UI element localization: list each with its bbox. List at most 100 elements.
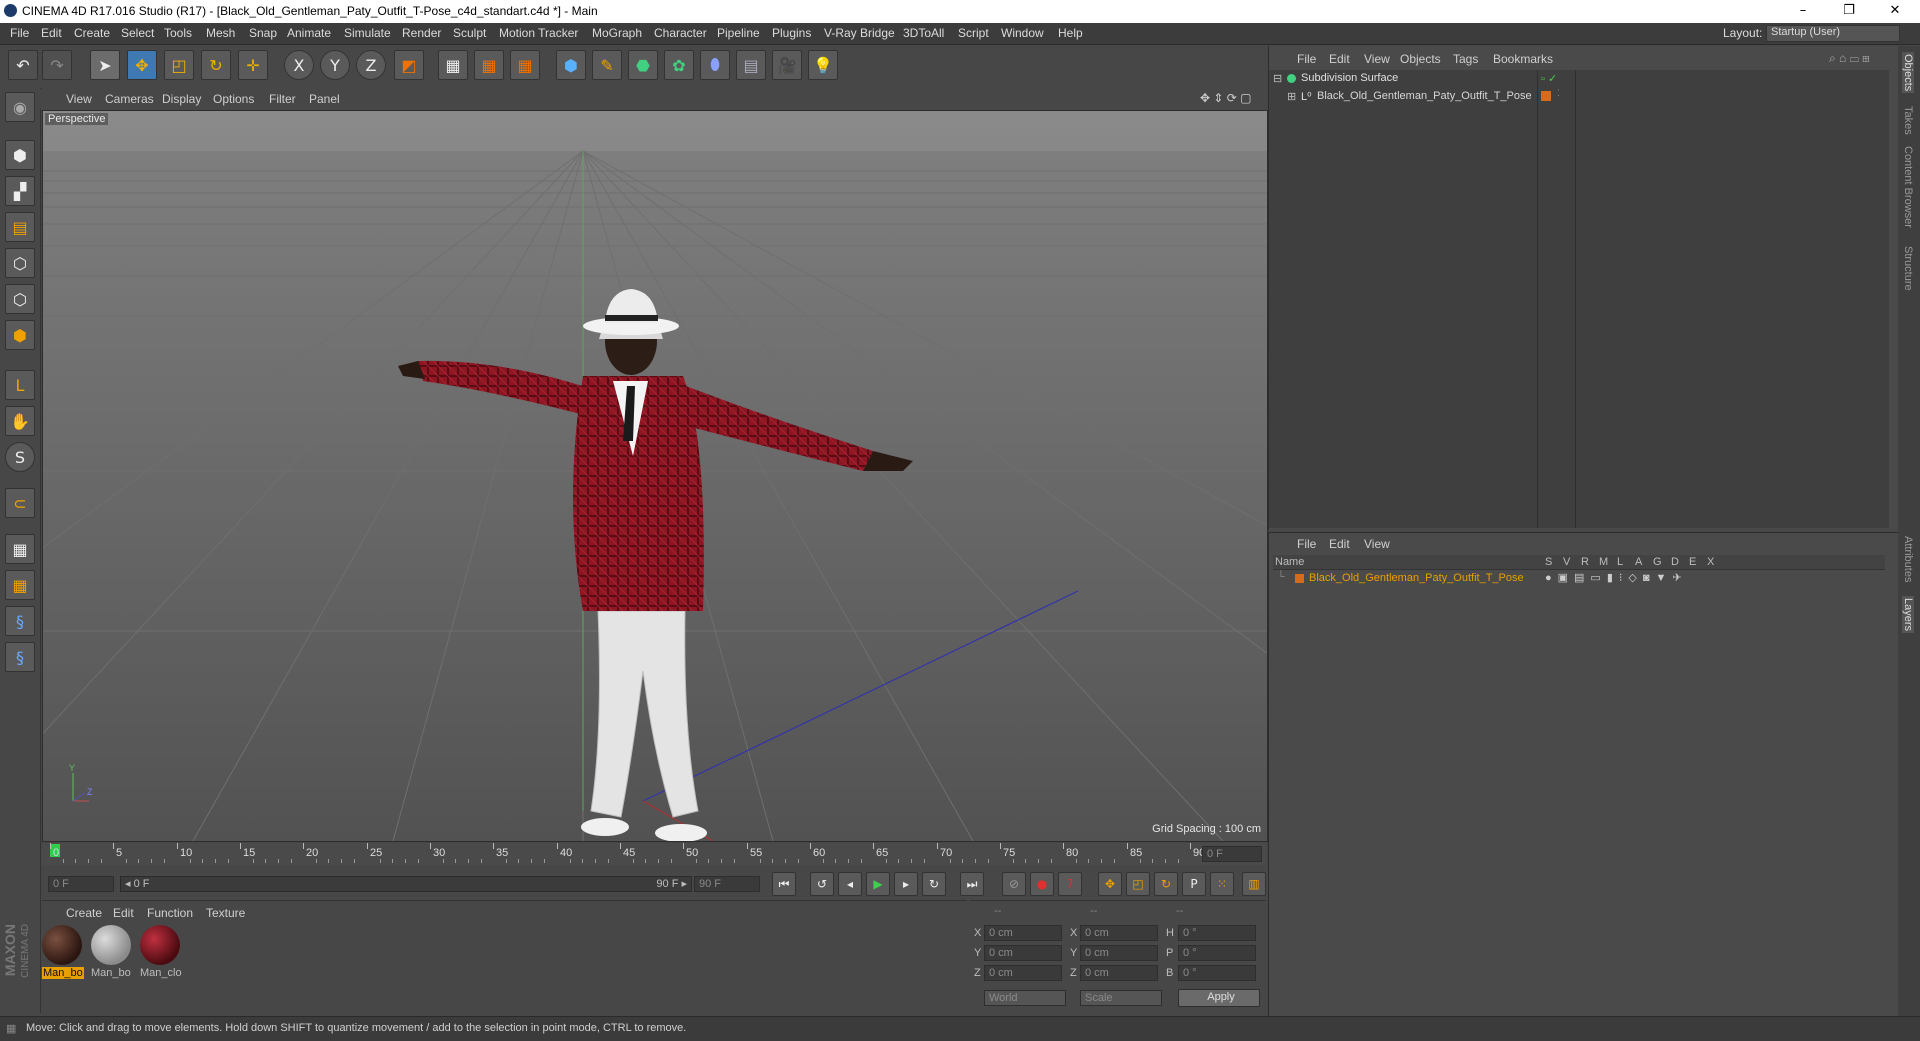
layer-menu-edit[interactable]: Edit (1329, 537, 1350, 551)
key-scale-icon[interactable]: ◰ (1126, 872, 1150, 896)
polygons-mode-icon[interactable]: ⬢ (5, 320, 35, 350)
timeline-ruler[interactable]: 0 5 10 15 20 25 30 35 40 45 50 55 60 65 70 75 80 85 90 0 F (42, 843, 1266, 865)
undo-button[interactable]: ↶ (8, 50, 38, 80)
material-menu-texture[interactable]: Texture (206, 906, 245, 920)
key-pla-icon[interactable]: ⁙ (1210, 872, 1234, 896)
coordinate-system-dropdown[interactable]: World (984, 990, 1066, 1006)
spline-pen-icon[interactable]: ✎ (592, 50, 622, 80)
size-x-field[interactable]: 0 cm (1080, 925, 1158, 941)
current-frame-field[interactable]: 0 F (1202, 846, 1262, 862)
previous-frame-icon[interactable]: ◂ (838, 872, 862, 896)
menu-edit[interactable]: Edit (41, 26, 62, 40)
rotation-p-field[interactable]: 0 ° (1178, 945, 1256, 961)
viewport-menu-cameras[interactable]: Cameras (105, 92, 154, 106)
redo-button[interactable]: ↷ (42, 50, 72, 80)
material-menu-edit[interactable]: Edit (113, 906, 134, 920)
position-z-field[interactable]: 0 cm (984, 965, 1062, 981)
end-frame-field[interactable]: 90 F (694, 876, 760, 892)
menu-3dtoall[interactable]: 3DToAll (903, 26, 944, 40)
menu-pipeline[interactable]: Pipeline (717, 26, 760, 40)
collapse-icon[interactable]: ⊟ (1273, 72, 1282, 85)
menu-help[interactable]: Help (1058, 26, 1083, 40)
coordinate-system-icon[interactable]: ◩ (394, 50, 424, 80)
texture-mode-icon[interactable]: ▞ (5, 176, 35, 206)
model-mode-icon[interactable]: ⬢ (5, 140, 35, 170)
light-icon[interactable]: 💡 (808, 50, 838, 80)
tab-takes[interactable]: Takes (1902, 106, 1914, 135)
menu-character[interactable]: Character (654, 26, 707, 40)
viewport-menu-filter[interactable]: Filter (269, 92, 296, 106)
autokeying-icon[interactable]: ? (1058, 872, 1082, 896)
cube-primitive-icon[interactable]: ⬢ (556, 50, 586, 80)
menu-script[interactable]: Script (958, 26, 989, 40)
perspective-viewport[interactable]: Y Z Perspective Grid Spacing : 100 cm (42, 110, 1268, 842)
menu-snap[interactable]: Snap (249, 26, 277, 40)
position-x-field[interactable]: 0 cm (984, 925, 1062, 941)
size-y-field[interactable]: 0 cm (1080, 945, 1158, 961)
size-z-field[interactable]: 0 cm (1080, 965, 1158, 981)
python-script-icon[interactable]: § (5, 606, 35, 636)
menu-mograph[interactable]: MoGraph (592, 26, 642, 40)
layout-dropdown[interactable]: Startup (User) (1766, 25, 1900, 42)
tweak-mode-icon[interactable]: ✋ (5, 406, 35, 436)
menu-tools[interactable]: Tools (164, 26, 192, 40)
layer-menu-file[interactable]: File (1297, 537, 1316, 551)
key-parameter-icon[interactable]: P (1182, 872, 1206, 896)
rotate-tool-icon[interactable]: ↻ (201, 50, 231, 80)
material-menu-function[interactable]: Function (147, 906, 193, 920)
object-search-icon[interactable]: ⌕ ⌂ ▭ ⊞ (1829, 51, 1870, 66)
menu-select[interactable]: Select (121, 26, 154, 40)
layer-row[interactable]: └ Black_Old_Gentleman_Paty_Outfit_T_Pose… (1273, 571, 1885, 586)
play-icon[interactable]: ▶ (866, 872, 890, 896)
render-settings-icon[interactable]: ▦ (510, 50, 540, 80)
layer-color-icon[interactable] (1541, 91, 1551, 101)
menu-simulate[interactable]: Simulate (344, 26, 391, 40)
key-position-icon[interactable]: ✥ (1098, 872, 1122, 896)
quantize-icon[interactable]: ▦ (5, 570, 35, 600)
menu-plugins[interactable]: Plugins (772, 26, 811, 40)
goto-start-icon[interactable]: ⏮ (772, 872, 796, 896)
viewport-menu-view[interactable]: View (66, 92, 92, 106)
menu-file[interactable]: File (10, 26, 29, 40)
start-frame-field[interactable]: 0 F (48, 876, 114, 892)
layer-flags-icons[interactable]: ●▣▤▭▮⁝◇◙▼✈ (1545, 571, 1688, 584)
viewport-menu-display[interactable]: Display (162, 92, 201, 106)
menu-animate[interactable]: Animate (287, 26, 331, 40)
menu-vray-bridge[interactable]: V-Ray Bridge (824, 26, 895, 40)
tab-attributes[interactable]: Attributes (1902, 536, 1914, 582)
workplane-lock-icon[interactable]: ▦ (5, 534, 35, 564)
tab-content-browser[interactable]: Content Browser (1902, 146, 1914, 228)
object-menu-bookmarks[interactable]: Bookmarks (1493, 52, 1553, 66)
rotation-h-field[interactable]: 0 ° (1178, 925, 1256, 941)
menu-mesh[interactable]: Mesh (206, 26, 235, 40)
material-menu-create[interactable]: Create (66, 906, 102, 920)
move-tool-icon[interactable]: ✥ (127, 50, 157, 80)
solo-mode-icon[interactable]: S (5, 442, 35, 472)
viewport-menu-options[interactable]: Options (213, 92, 254, 106)
tab-objects[interactable]: Objects (1902, 52, 1914, 94)
minimize-button[interactable]: – (1780, 0, 1826, 23)
edges-mode-icon[interactable]: ⬡ (5, 284, 35, 314)
recent-tool-icon[interactable]: ✛ (238, 50, 268, 80)
layer-menu-view[interactable]: View (1364, 537, 1390, 551)
axis-mode-icon[interactable]: L (5, 370, 35, 400)
python-script-2-icon[interactable]: § (5, 642, 35, 672)
tab-layers[interactable]: Layers (1902, 596, 1914, 634)
expand-icon[interactable]: ⊞ (1287, 90, 1296, 103)
camera-icon[interactable]: 🎥 (772, 50, 802, 80)
deformer-icon[interactable]: ⬮ (700, 50, 730, 80)
object-menu-edit[interactable]: Edit (1329, 52, 1350, 66)
render-picture-viewer-icon[interactable]: ▦ (474, 50, 504, 80)
scale-tool-icon[interactable]: ◰ (164, 50, 194, 80)
menu-create[interactable]: Create (74, 26, 110, 40)
x-axis-lock-button[interactable]: X (284, 50, 314, 80)
record-disabled-icon[interactable]: ⊘ (1002, 872, 1026, 896)
object-menu-file[interactable]: File (1297, 52, 1316, 66)
live-selection-icon[interactable]: ➤ (90, 50, 120, 80)
menu-sculpt[interactable]: Sculpt (453, 26, 486, 40)
rotation-b-field[interactable]: 0 ° (1178, 965, 1256, 981)
z-axis-lock-button[interactable]: Z (356, 50, 386, 80)
make-editable-icon[interactable]: ◉ (5, 92, 35, 122)
viewport-menu-panel[interactable]: Panel (309, 92, 340, 106)
next-key-icon[interactable]: ↻ (922, 872, 946, 896)
